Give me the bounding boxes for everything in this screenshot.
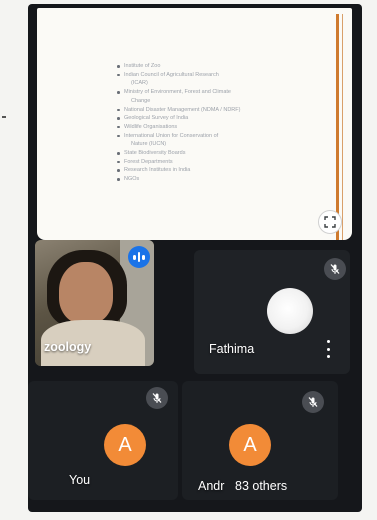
speaking-indicator-icon (128, 246, 150, 268)
slide-bullet: Forest Departments (117, 158, 317, 167)
participant-name: You (69, 473, 91, 487)
mic-off-icon (324, 258, 346, 280)
participant-tile-zoology[interactable]: zoology (35, 240, 154, 366)
fullscreen-icon (324, 216, 336, 228)
slide-bullet: Ministry of Environment, Forest and Clim… (117, 88, 317, 97)
slide-bullet: National Disaster Management (NDMA / NDR… (117, 106, 317, 115)
slide-bullet: NGOs (117, 175, 317, 184)
slide-bullet: Institute of Zoo (117, 62, 317, 71)
slide-bullet: Nature (IUCN) (131, 141, 167, 148)
avatar: A (229, 424, 271, 466)
presentation-slide[interactable]: Institute of Zoo Indian Council of Agricu… (37, 8, 352, 240)
others-count: 83 others (235, 479, 288, 493)
slide-accent-line (336, 14, 339, 240)
mic-off-icon (146, 387, 168, 409)
scan-artifact (2, 116, 6, 118)
slide-bullet: International Union for Conservation of (117, 132, 317, 141)
avatar: A (104, 424, 146, 466)
slide-bullet: Change (131, 97, 151, 104)
slide-bullet: Research Institutes in India (117, 166, 317, 175)
slide-bullet: (ICAR) (131, 80, 148, 87)
participant-name: Andr (198, 479, 225, 493)
participant-name: Fathima (209, 342, 255, 356)
slide-bullet: Geological Survey of India (117, 114, 317, 123)
participant-tile-fathima[interactable]: Fathima (194, 250, 350, 374)
mic-off-icon (302, 391, 324, 413)
participant-tile-others[interactable]: A Andr 83 others (182, 381, 338, 500)
avatar (267, 288, 313, 334)
more-options-button[interactable] (324, 340, 332, 358)
slide-accent-line-thin (342, 14, 343, 240)
fullscreen-button[interactable] (318, 210, 342, 234)
more-vert-icon (326, 340, 330, 343)
meeting-screen: Institute of Zoo Indian Council of Agricu… (28, 4, 362, 512)
slide-bullet-list: Institute of Zoo Indian Council of Agricu… (117, 62, 317, 184)
participant-video-face (59, 262, 113, 324)
participant-tile-you[interactable]: A You (28, 381, 178, 500)
slide-bullet: Wildlife Organisations (117, 123, 317, 132)
participant-name: zoology (44, 340, 92, 354)
slide-bullet: Indian Council of Agricultural Research (117, 71, 317, 80)
slide-bullet: State Biodiversity Boards (117, 149, 317, 158)
